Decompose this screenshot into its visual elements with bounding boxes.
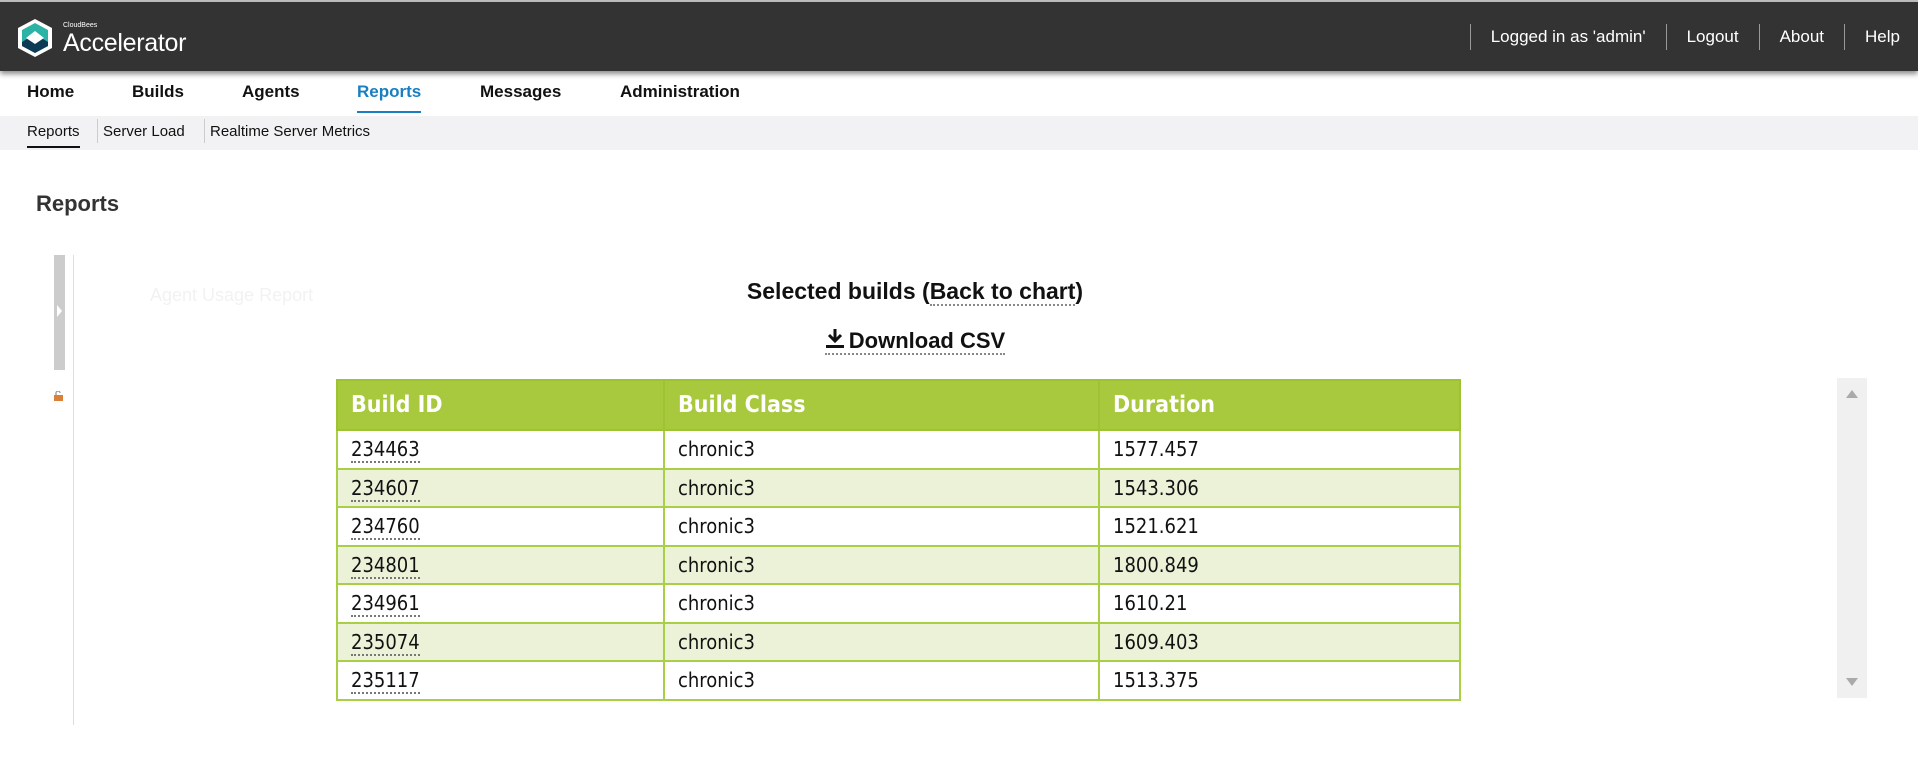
- subnav-realtime-server-metrics[interactable]: Realtime Server Metrics: [210, 123, 370, 140]
- subnav-server-load[interactable]: Server Load: [103, 123, 185, 140]
- download-csv-link[interactable]: Download CSV: [824, 328, 1006, 355]
- download-icon: [825, 329, 844, 348]
- duration-cell: 1609.403: [1098, 621, 1461, 662]
- build-class-cell: chronic3: [663, 544, 1100, 585]
- build-id-cell: 234607: [336, 467, 665, 508]
- build-id-link[interactable]: 234463: [351, 437, 420, 464]
- divider: [204, 119, 205, 143]
- build-id-cell: 234463: [336, 429, 665, 470]
- duration-cell: 1543.306: [1098, 467, 1461, 508]
- title-text: Selected builds (: [746, 278, 930, 304]
- build-id-link[interactable]: 234607: [351, 475, 420, 502]
- sub-nav: Reports Server Load Realtime Server Metr…: [0, 116, 1918, 150]
- table-row: 235074 chronic3 1609.403: [336, 621, 1461, 662]
- build-id-cell: 234760: [336, 506, 665, 547]
- col-build-class[interactable]: Build Class: [663, 379, 1100, 431]
- logout-link[interactable]: Logout: [1687, 27, 1739, 47]
- build-id-link[interactable]: 235074: [351, 629, 420, 656]
- subnav-reports[interactable]: Reports: [27, 123, 80, 148]
- main-nav: Home Builds Agents Reports Messages Admi…: [0, 71, 1918, 116]
- nav-agents[interactable]: Agents: [242, 82, 300, 102]
- build-class-cell: chronic3: [663, 621, 1100, 662]
- nav-administration[interactable]: Administration: [620, 82, 740, 102]
- divider: [97, 119, 98, 143]
- nav-home[interactable]: Home: [27, 82, 74, 102]
- build-id-link[interactable]: 234961: [351, 591, 420, 618]
- scrollbar[interactable]: [1837, 378, 1867, 698]
- top-links: Logged in as 'admin' Logout About Help: [1450, 24, 1900, 50]
- duration-cell: 1513.375: [1098, 660, 1461, 701]
- divider: [1665, 24, 1667, 50]
- build-class-cell: chronic3: [663, 583, 1100, 624]
- download-label: Download CSV: [848, 328, 1006, 353]
- table-row: 234801 chronic3 1800.849: [336, 544, 1461, 585]
- back-to-chart-link[interactable]: Back to chart: [929, 278, 1076, 306]
- table-row: 235117 chronic3 1513.375: [336, 660, 1461, 701]
- table-row: 234607 chronic3 1543.306: [336, 467, 1461, 508]
- brand-small: CloudBees: [63, 22, 98, 29]
- divider: [1758, 24, 1760, 50]
- build-id-link[interactable]: 234801: [351, 552, 420, 579]
- brand-name: Accelerator: [63, 29, 187, 57]
- duration-cell: 1577.457: [1098, 429, 1461, 470]
- build-id-cell: 235074: [336, 621, 665, 662]
- build-class-cell: chronic3: [663, 467, 1100, 508]
- top-bar: CloudBees Accelerator Logged in as 'admi…: [0, 0, 1918, 71]
- nav-builds[interactable]: Builds: [132, 82, 184, 102]
- scroll-up-icon[interactable]: [1846, 390, 1858, 398]
- download-csv: Download CSV: [0, 328, 1830, 355]
- duration-cell: 1610.21: [1098, 583, 1461, 624]
- col-duration[interactable]: Duration: [1098, 379, 1461, 431]
- title-text: ): [1075, 278, 1084, 304]
- table-row: 234760 chronic3 1521.621: [336, 506, 1461, 547]
- divider: [1469, 24, 1471, 50]
- nav-reports[interactable]: Reports: [357, 82, 422, 113]
- logged-in-label: Logged in as 'admin': [1490, 27, 1646, 46]
- nav-messages[interactable]: Messages: [480, 82, 561, 102]
- build-id-link[interactable]: 234760: [351, 514, 420, 541]
- build-id-link[interactable]: 235117: [351, 668, 420, 695]
- build-class-cell: chronic3: [663, 506, 1100, 547]
- panel-divider: [73, 255, 74, 725]
- chevron-right-icon: [57, 305, 62, 317]
- table-header-row: Build ID Build Class Duration: [336, 379, 1461, 431]
- table-row: 234961 chronic3 1610.21: [336, 583, 1461, 624]
- duration-cell: 1521.621: [1098, 506, 1461, 547]
- builds-table: Build ID Build Class Duration 234463 chro…: [336, 379, 1461, 701]
- page-title: Reports: [36, 191, 120, 216]
- selected-builds-title: Selected builds (Back to chart): [0, 278, 1830, 306]
- help-link[interactable]: Help: [1865, 27, 1900, 47]
- table-row: 234463 chronic3 1577.457: [336, 429, 1461, 470]
- col-build-id[interactable]: Build ID: [336, 379, 665, 431]
- cloudbees-logo-icon: [18, 19, 52, 57]
- build-id-cell: 234961: [336, 583, 665, 624]
- unlock-icon[interactable]: [54, 391, 63, 401]
- divider: [1844, 24, 1846, 50]
- duration-cell: 1800.849: [1098, 544, 1461, 585]
- scroll-down-icon[interactable]: [1846, 678, 1858, 686]
- about-link[interactable]: About: [1780, 27, 1824, 47]
- build-class-cell: chronic3: [663, 660, 1100, 701]
- build-id-cell: 235117: [336, 660, 665, 701]
- build-class-cell: chronic3: [663, 429, 1100, 470]
- build-id-cell: 234801: [336, 544, 665, 585]
